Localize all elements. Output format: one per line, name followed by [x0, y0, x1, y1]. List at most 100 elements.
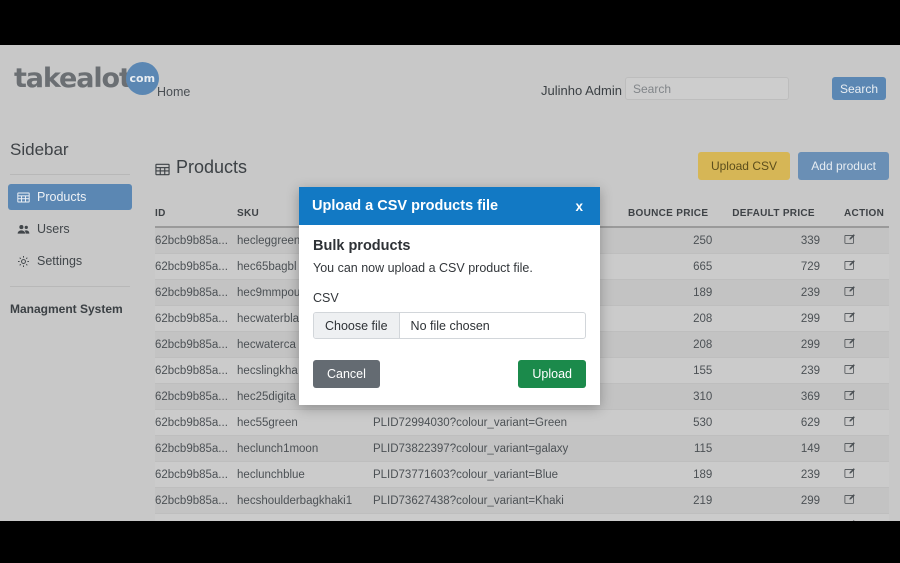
csv-field-label: CSV: [313, 291, 339, 305]
table-row[interactable]: 62bcb9b85a...hec65bagkhakiPLID71382250?c…: [155, 513, 889, 521]
sidebar-footer-label: Managment System: [10, 302, 123, 316]
cell-id: 62bcb9b85a...: [155, 461, 238, 488]
cell-id: 62bcb9b85a...: [155, 435, 238, 462]
cell-plid: PLID73627438?colour_variant=Khaki: [372, 487, 629, 514]
upload-csv-button[interactable]: Upload CSV: [697, 152, 790, 180]
table-row[interactable]: 62bcb9b85a... hec55green PLID72994030?colo…: [155, 409, 889, 436]
close-icon[interactable]: x: [571, 197, 587, 216]
edit-pencil-icon[interactable]: [844, 389, 856, 401]
cell-bounce-price: 208: [628, 331, 733, 358]
sidebar-item-label: Users: [37, 222, 70, 236]
cell-bounce-price: 208: [628, 305, 733, 332]
cell-plid: PLID71382250?colour_variant=Khaki: [372, 513, 629, 521]
edit-pencil-icon[interactable]: [844, 415, 856, 427]
cell-bounce-price: 189: [628, 279, 733, 306]
cell-bounce-price: 665: [628, 253, 733, 280]
sidebar-title: Sidebar: [10, 140, 69, 159]
column-header-id[interactable]: ID: [155, 208, 238, 228]
cell-default-price: 299: [732, 305, 845, 332]
modal-footer: Cancel Upload: [299, 345, 600, 405]
edit-pencil-icon[interactable]: [844, 467, 856, 479]
page-title-label: Products: [176, 156, 248, 177]
modal-body: Bulk products You can now upload a CSV p…: [299, 225, 600, 345]
modal-description: You can now upload a CSV product file.: [313, 261, 533, 275]
cell-action: [844, 305, 889, 332]
cell-sku: hecshoulderbagkhaki1: [237, 487, 373, 514]
cell-id: 62bcb9b85a...: [155, 409, 238, 436]
content-header: Products Upload CSV Add product: [155, 150, 889, 184]
cell-plid: PLID72994030?colour_variant=Green: [372, 409, 629, 436]
sidebar-item-settings[interactable]: Settings: [8, 248, 132, 274]
cell-plid: PLID73771603?colour_variant=Blue: [372, 461, 629, 488]
cell-id: 62bcb9b85a...: [155, 253, 238, 280]
cell-id: 62bcb9b85a...: [155, 383, 238, 410]
cell-default-price: 299: [732, 487, 845, 514]
edit-pencil-icon[interactable]: [844, 233, 856, 245]
edit-pencil-icon[interactable]: [844, 311, 856, 323]
modal-subtitle: Bulk products: [313, 238, 411, 254]
column-header-bounce-price[interactable]: BOUNCE PRICE: [628, 208, 733, 228]
cell-action: [844, 357, 889, 384]
upload-csv-modal: Upload a CSV products file x Bulk produc…: [299, 187, 600, 405]
cell-default-price: 339: [732, 227, 845, 254]
edit-pencil-icon[interactable]: [844, 285, 856, 297]
cell-bounce-price: 665: [628, 513, 733, 521]
top-navigation-bar: takealot com Home Julinho Admin Search: [0, 45, 900, 105]
cell-id: 62bcb9b85a...: [155, 305, 238, 332]
cancel-button[interactable]: Cancel: [313, 360, 380, 388]
users-icon: [17, 223, 30, 236]
brand-dotcom-badge: com: [125, 62, 159, 95]
cell-default-price: 729: [732, 513, 845, 521]
search-input[interactable]: [625, 77, 789, 100]
cell-action: [844, 487, 889, 514]
choose-file-button[interactable]: Choose file: [314, 313, 400, 338]
cell-bounce-price: 250: [628, 227, 733, 254]
file-name-text: No file chosen: [410, 318, 490, 333]
cell-bounce-price: 189: [628, 461, 733, 488]
cell-bounce-price: 115: [628, 435, 733, 462]
table-row[interactable]: 62bcb9b85a... hecshoulderbagkhaki1 PLID736…: [155, 487, 889, 514]
page-title: Products: [155, 157, 247, 178]
cell-default-price: 239: [732, 279, 845, 306]
table-icon: [17, 191, 30, 204]
cell-default-price: 729: [732, 253, 845, 280]
cell-default-price: 629: [732, 409, 845, 436]
edit-pencil-icon[interactable]: [844, 337, 856, 349]
column-header-action[interactable]: ACTION: [844, 208, 889, 228]
sidebar-item-products[interactable]: Products: [8, 184, 132, 210]
edit-pencil-icon[interactable]: [844, 363, 856, 375]
cell-action: [844, 279, 889, 306]
table-row[interactable]: 62bcb9b85a... heclunchblue PLID73771603?co…: [155, 461, 889, 488]
cell-action: [844, 253, 889, 280]
modal-title: Upload a CSV products file: [312, 198, 499, 214]
sidebar: Sidebar Products Users Settings Managmen…: [0, 140, 140, 316]
cell-default-price: 239: [732, 357, 845, 384]
edit-pencil-icon[interactable]: [844, 519, 856, 521]
takealot-logo[interactable]: takealot com: [14, 62, 159, 95]
cell-default-price: 239: [732, 461, 845, 488]
cell-bounce-price: 219: [628, 487, 733, 514]
file-input-row[interactable]: Choose file No file chosen: [313, 312, 586, 339]
cell-id: 62bcb9b85a...: [155, 357, 238, 384]
browser-page: takealot com Home Julinho Admin Search S…: [0, 45, 900, 521]
screen: takealot com Home Julinho Admin Search S…: [0, 0, 900, 563]
edit-pencil-icon[interactable]: [844, 441, 856, 453]
edit-pencil-icon[interactable]: [844, 493, 856, 505]
search-button[interactable]: Search: [832, 77, 886, 100]
current-user-name: Julinho Admin: [541, 83, 622, 98]
add-product-button[interactable]: Add product: [798, 152, 889, 180]
edit-pencil-icon[interactable]: [844, 259, 856, 271]
cell-bounce-price: 155: [628, 357, 733, 384]
cell-id: 62bcb9b85a...: [155, 227, 238, 254]
cell-action: [844, 409, 889, 436]
sidebar-item-label: Settings: [37, 254, 83, 268]
sidebar-item-label: Products: [37, 190, 87, 204]
nav-link-home[interactable]: Home: [157, 85, 190, 99]
sidebar-divider-top: [10, 174, 130, 175]
table-row[interactable]: 62bcb9b85a... heclunch1moon PLID73822397?c…: [155, 435, 889, 462]
column-header-default-price[interactable]: DEFAULT PRICE: [732, 208, 845, 228]
cell-bounce-price: 530: [628, 409, 733, 436]
sidebar-item-users[interactable]: Users: [8, 216, 132, 242]
cell-sku: hec65bagkhaki: [237, 513, 373, 521]
upload-button[interactable]: Upload: [518, 360, 586, 388]
